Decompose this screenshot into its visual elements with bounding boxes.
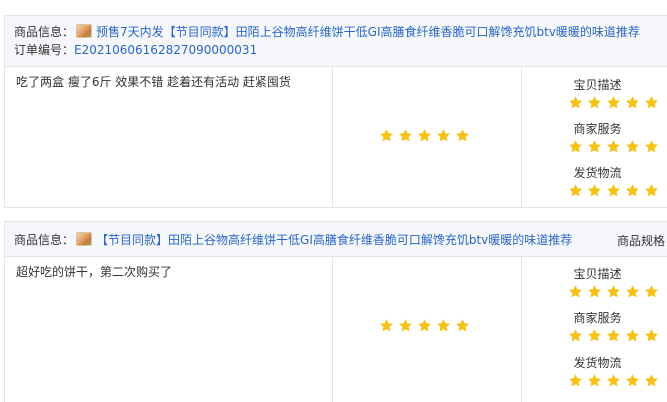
spec-label: 商品规格 — [616, 234, 665, 248]
review-header: 商品信息： 预售7天内发【节目同款】田陌上谷物高纤维饼干低GI高膳食纤维香脆可口解… — [5, 16, 667, 67]
star-icon — [626, 374, 639, 387]
desc-rating-label: 宝贝描述 — [573, 78, 622, 92]
star-icon — [626, 140, 639, 153]
review-body: 吃了两盒 瘦了6斤 效果不错 趁着还有活动 赶紧囤货 宝贝描述 商家服务 发货物… — [5, 67, 667, 208]
star-icon — [569, 184, 582, 197]
star-icon — [588, 140, 601, 153]
service-rating: 商家服务 — [522, 311, 667, 342]
service-rating-label: 商家服务 — [573, 311, 622, 325]
desc-rating-stars — [568, 95, 659, 110]
star-icon — [569, 140, 582, 153]
star-icon — [437, 129, 450, 142]
product-thumbnail[interactable] — [76, 24, 93, 38]
star-icon — [588, 329, 601, 342]
comment-text: 超好吃的饼干，第二次购买了 — [16, 265, 173, 279]
product-info-line: 商品信息： 【节目同款】田陌上谷物高纤维饼干低GI高膳食纤维香脆可口解馋充饥btv… — [14, 232, 572, 248]
overall-rating-stars — [379, 128, 470, 143]
review-card: 商品信息： 【节目同款】田陌上谷物高纤维饼干低GI高膳食纤维香脆可口解馋充饥btv… — [4, 221, 667, 402]
review-card: 商品信息： 预售7天内发【节目同款】田陌上谷物高纤维饼干低GI高膳食纤维香脆可口解… — [4, 15, 667, 208]
product-info-label: 商品信息： — [14, 25, 75, 39]
logistics-rating-stars — [568, 373, 659, 388]
product-title-link[interactable]: 预售7天内发【节目同款】田陌上谷物高纤维饼干低GI高膳食纤维香脆可口解馋充饥bt… — [96, 25, 640, 39]
service-rating-label: 商家服务 — [573, 122, 622, 136]
overall-rating-column — [333, 257, 522, 402]
star-icon — [569, 329, 582, 342]
product-thumbnail[interactable] — [76, 232, 93, 246]
service-rating: 商家服务 — [522, 122, 667, 153]
star-icon — [437, 319, 450, 332]
star-icon — [569, 374, 582, 387]
star-icon — [626, 329, 639, 342]
order-no-label: 订单编号： — [14, 43, 75, 57]
desc-rating: 宝贝描述 — [522, 267, 667, 298]
logistics-rating: 发货物流 — [522, 166, 667, 197]
logistics-rating-label: 发货物流 — [573, 356, 622, 370]
star-icon — [626, 285, 639, 298]
star-icon — [607, 329, 620, 342]
logistics-rating-label: 发货物流 — [573, 166, 622, 180]
order-number[interactable]: E20210606162827090000031 — [74, 43, 257, 57]
star-icon — [569, 96, 582, 109]
star-icon — [607, 140, 620, 153]
desc-rating: 宝贝描述 — [522, 78, 667, 109]
desc-rating-stars — [568, 284, 659, 299]
star-icon — [626, 184, 639, 197]
star-icon — [645, 184, 658, 197]
star-icon — [607, 96, 620, 109]
comment-text: 吃了两盒 瘦了6斤 效果不错 趁着还有活动 赶紧囤货 — [16, 75, 291, 89]
product-info-label: 商品信息： — [14, 233, 75, 247]
star-icon — [399, 129, 412, 142]
star-icon — [380, 129, 393, 142]
product-info-line: 商品信息： 预售7天内发【节目同款】田陌上谷物高纤维饼干低GI高膳食纤维香脆可口解… — [14, 24, 640, 40]
logistics-rating-stars — [568, 183, 659, 198]
product-title-link[interactable]: 【节目同款】田陌上谷物高纤维饼干低GI高膳食纤维香脆可口解馋充饥btv暖暖的味道… — [96, 233, 572, 247]
star-icon — [418, 319, 431, 332]
comment-column: 超好吃的饼干，第二次购买了 — [5, 257, 333, 402]
star-icon — [645, 329, 658, 342]
star-icon — [645, 374, 658, 387]
desc-rating-label: 宝贝描述 — [573, 267, 622, 281]
service-rating-stars — [568, 139, 659, 154]
star-icon — [380, 319, 393, 332]
star-icon — [569, 285, 582, 298]
overall-rating-stars — [379, 318, 470, 333]
star-icon — [456, 319, 469, 332]
star-icon — [588, 374, 601, 387]
star-icon — [418, 129, 431, 142]
star-icon — [626, 96, 639, 109]
star-icon — [645, 96, 658, 109]
detail-ratings-column: 宝贝描述 商家服务 发货物流 — [522, 257, 667, 402]
order-info-line: 订单编号：E20210606162827090000031 — [14, 42, 257, 58]
star-icon — [645, 285, 658, 298]
star-icon — [456, 129, 469, 142]
star-icon — [607, 285, 620, 298]
logistics-rating: 发货物流 — [522, 356, 667, 387]
comment-column: 吃了两盒 瘦了6斤 效果不错 趁着还有活动 赶紧囤货 — [5, 67, 333, 208]
star-icon — [399, 319, 412, 332]
star-icon — [645, 140, 658, 153]
service-rating-stars — [568, 328, 659, 343]
review-body: 超好吃的饼干，第二次购买了 宝贝描述 商家服务 发货物流 — [5, 257, 667, 402]
overall-rating-column — [333, 67, 522, 208]
star-icon — [588, 96, 601, 109]
detail-ratings-column: 宝贝描述 商家服务 发货物流 — [522, 67, 667, 208]
star-icon — [607, 184, 620, 197]
star-icon — [607, 374, 620, 387]
star-icon — [588, 285, 601, 298]
review-header: 商品信息： 【节目同款】田陌上谷物高纤维饼干低GI高膳食纤维香脆可口解馋充饥btv… — [5, 222, 667, 257]
star-icon — [588, 184, 601, 197]
